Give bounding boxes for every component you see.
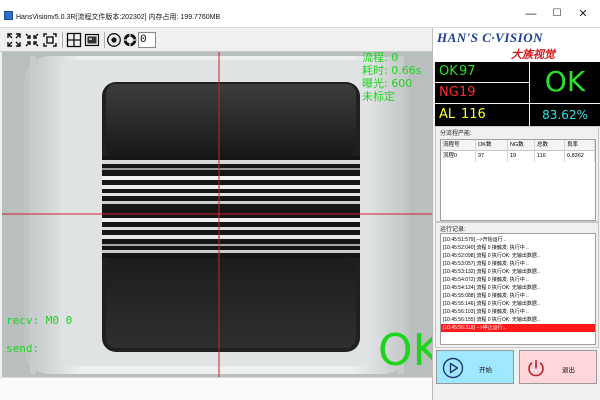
flow-capacity-table: 流程号 OK数 NG数 总数 良率 流程0 97 19 116 0.8362 — [440, 139, 596, 221]
ok-count-label: OK — [439, 64, 458, 79]
app-icon — [4, 11, 13, 20]
log-line: [10:45:55:146] 流程 0 执行OK: 无输出数据← — [443, 301, 542, 307]
exit-button-label: 退出 — [562, 367, 575, 374]
start-button-label: 开始 — [479, 367, 492, 374]
flow-capacity-group: 分流程产能: 流程号 OK数 NG数 总数 良率 流程0 97 19 116 0… — [435, 126, 599, 222]
column-header[interactable]: 流程号 — [441, 140, 476, 151]
brand-name-cn: 大族视觉 — [511, 48, 555, 61]
column-header[interactable]: 总数 — [535, 140, 565, 151]
table-header-row: 流程号 OK数 NG数 总数 良率 — [441, 140, 595, 151]
ng-count-value: 19 — [459, 85, 476, 100]
camera-view[interactable]: 流程: 0 耗时: 0.66s 曝光: 600 未标定 recv: M0 0 s… — [2, 52, 432, 377]
close-button[interactable]: ✕ — [572, 6, 594, 22]
zoom-input[interactable]: 0 — [138, 32, 156, 48]
run-log-title: 运行记录: — [440, 227, 466, 233]
log-line: [10:45:53:132] 流程 0 执行OK: 无输出数据← — [443, 269, 542, 275]
log-line: [10:45:51:579] -->开始运行← — [443, 237, 508, 243]
log-line: [10:45:53:057] 流程 0 接触发: 执行中← — [443, 261, 530, 267]
overlay-time: 耗时: 0.66s — [362, 64, 422, 77]
brand-logo: HAN'S C·VISION 大族视觉 — [433, 28, 600, 62]
log-line: [10:45:54:072] 流程 0 接触发: 执行中← — [443, 277, 530, 283]
start-button[interactable]: 开始 — [436, 350, 514, 384]
crosshair-icon[interactable] — [66, 32, 82, 48]
log-line: [10:45:54:124] 流程 0 执行OK: 无输出数据← — [443, 285, 542, 291]
log-line: [10:45:52:040] 流程 0 接触发: 执行中← — [443, 245, 530, 251]
table-cell: 116 — [535, 151, 565, 162]
collapse-icon[interactable] — [24, 32, 40, 48]
log-line: [10:45:52:098] 流程 0 执行OK: 无输出数据← — [443, 253, 542, 259]
table-cell: 0.8362 — [565, 151, 595, 162]
table-cell: 流程0 — [441, 151, 476, 162]
overlay-send: send: — [6, 342, 40, 355]
brand-name-en: HAN'S C·VISION — [437, 30, 543, 45]
run-log-list[interactable]: [10:45:51:579] -->开始运行← [10:45:52:040] 流… — [440, 233, 596, 345]
column-header[interactable]: 良率 — [565, 140, 595, 151]
total-count-panel: AL 116 — [435, 104, 529, 126]
result-panel: OK — [530, 62, 600, 103]
column-header[interactable]: OK数 — [476, 140, 508, 151]
total-count-value: 116 — [461, 107, 486, 122]
fit-icon[interactable] — [6, 32, 22, 48]
yield-rate-panel: 83.62% — [530, 104, 600, 126]
minimize-button[interactable]: — — [520, 6, 542, 22]
log-line: [10:45:56:155] 流程 0 执行OK: 无输出数据← — [443, 317, 542, 323]
yield-rate-value: 83.62% — [542, 108, 588, 122]
result-value: OK — [544, 65, 586, 98]
ng-count-panel: NG 19 — [435, 83, 529, 103]
log-line: [10:45:56:103] 流程 0 接触发: 执行中← — [443, 309, 530, 315]
log-line: [10:45:55:088] 流程 0 接触发: 执行中← — [443, 293, 530, 299]
log-line-error: [10:45:56:318] -->停止运行← — [441, 324, 595, 332]
toolbar-separator — [104, 32, 105, 48]
window-title: HansVisionv5.0.3R[流程文件版本:202302] 内存占用: 1… — [16, 14, 221, 21]
power-icon — [525, 357, 547, 379]
overlay-exposure: 曝光: 600 — [362, 77, 413, 90]
table-cell: 97 — [476, 151, 508, 162]
image-icon[interactable] — [84, 32, 100, 48]
play-icon — [442, 357, 464, 379]
column-header[interactable]: NG数 — [508, 140, 535, 151]
aperture-icon[interactable] — [122, 32, 138, 48]
title-bar: HansVisionv5.0.3R[流程文件版本:202302] 内存占用: 1… — [0, 0, 600, 28]
camera-status-strip — [0, 377, 432, 400]
overlay-result: OK — [378, 325, 432, 376]
run-log-group: 运行记录: [10:45:51:579] -->开始运行← [10:45:52:… — [435, 222, 599, 348]
right-panel: HAN'S C·VISION 大族视觉 OK 97 NG 19 AL 116 O… — [432, 28, 600, 400]
maximize-button[interactable]: ☐ — [546, 6, 568, 22]
exit-button[interactable]: 退出 — [519, 350, 597, 384]
overlay-calibration: 未标定 — [362, 90, 395, 103]
overlay-recv: recv: M0 0 — [6, 314, 73, 327]
table-row[interactable]: 流程0 97 19 116 0.8362 — [441, 151, 595, 162]
ok-count-panel: OK 97 — [435, 62, 529, 82]
ng-count-label: NG — [439, 85, 459, 100]
camera-icon[interactable] — [106, 32, 122, 48]
overlay-flow: 流程: 0 — [362, 52, 399, 64]
ok-count-value: 97 — [459, 64, 476, 79]
table-cell: 19 — [508, 151, 535, 162]
flow-capacity-title: 分流程产能: — [440, 131, 472, 137]
frame-icon[interactable] — [42, 32, 58, 48]
toolbar: 0 — [0, 28, 432, 52]
total-count-label: AL — [439, 107, 456, 122]
toolbar-separator — [62, 32, 63, 48]
